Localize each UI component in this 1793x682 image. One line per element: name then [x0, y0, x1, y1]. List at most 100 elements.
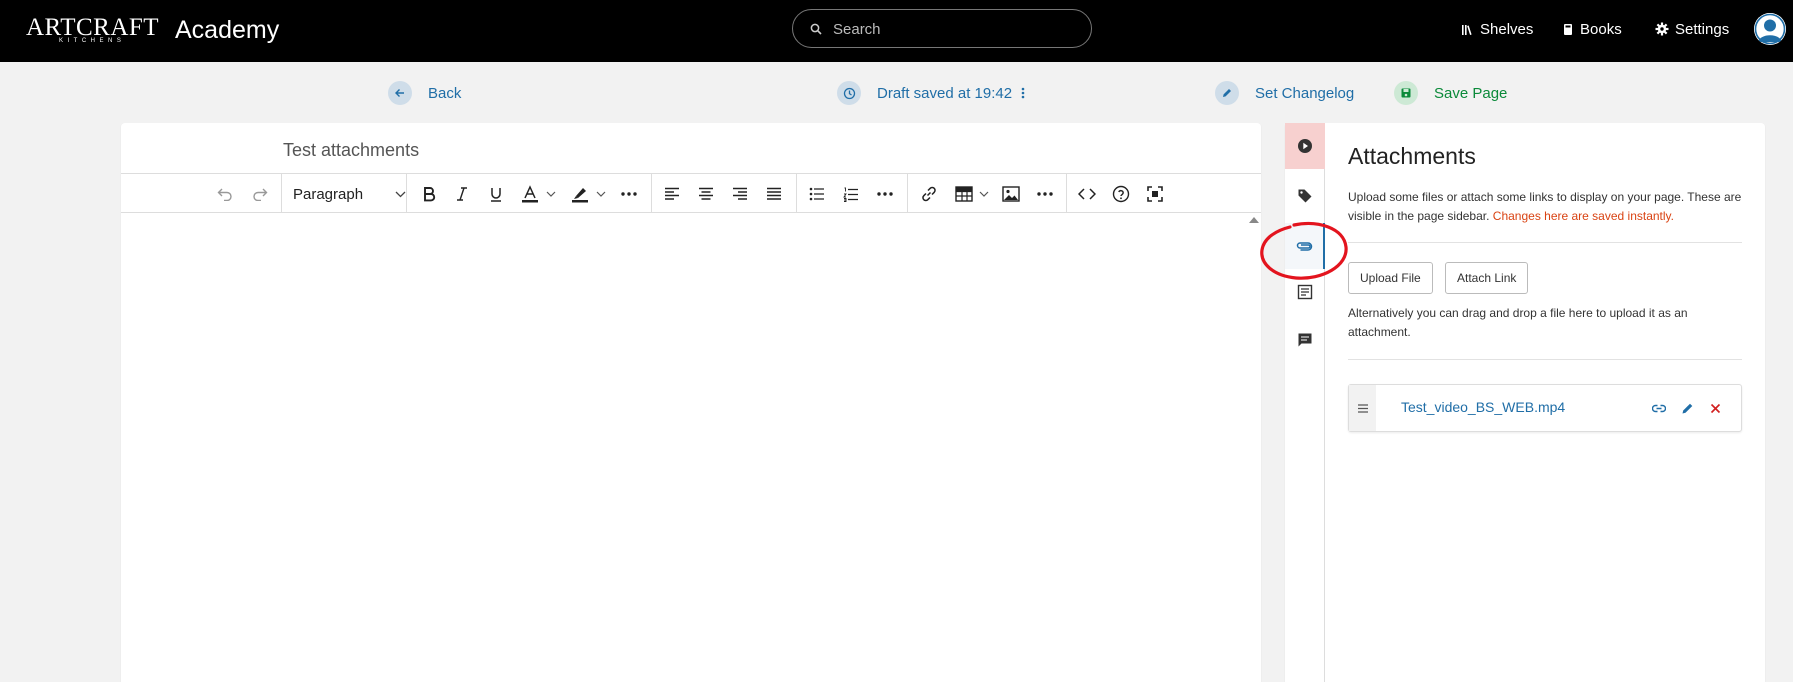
- highlight-color-dropdown[interactable]: [595, 174, 607, 214]
- italic-button[interactable]: [449, 174, 475, 214]
- table-icon: [955, 186, 973, 202]
- undo-icon: [217, 188, 232, 201]
- sidebar-tab-comments[interactable]: [1285, 317, 1325, 363]
- help-button[interactable]: [1108, 174, 1134, 214]
- search-input[interactable]: [833, 18, 1073, 40]
- sidebar-tab-templates[interactable]: [1285, 269, 1325, 315]
- sidebar-tab-tags[interactable]: [1285, 173, 1325, 219]
- align-right-button[interactable]: [727, 174, 753, 214]
- attachment-link-button[interactable]: [1651, 400, 1667, 416]
- chevron-down-icon: [596, 191, 606, 197]
- more-vertical-icon[interactable]: [1021, 86, 1025, 100]
- draft-status-label: Draft saved at 19:42: [877, 84, 1013, 102]
- upload-file-button[interactable]: Upload File: [1348, 262, 1433, 294]
- pencil-icon: [1215, 81, 1239, 105]
- insert-image-button[interactable]: [998, 174, 1024, 214]
- logo-subtext: KITCHENS: [59, 38, 126, 44]
- attachment-name[interactable]: Test_video_BS_WEB.mp4: [1401, 399, 1565, 415]
- tag-icon: [1298, 189, 1312, 203]
- save-page-button[interactable]: Save Page: [1394, 81, 1507, 105]
- align-justify-button[interactable]: [761, 174, 787, 214]
- drag-handle[interactable]: [1349, 385, 1376, 431]
- highlighter-icon: [572, 188, 588, 203]
- align-left-button[interactable]: [659, 174, 685, 214]
- editor-panel: Test attachments Paragraph: [121, 123, 1261, 682]
- more-horizontal-icon: [621, 192, 637, 196]
- nav-shelves-label: Shelves: [1480, 20, 1534, 38]
- more-lists-button[interactable]: [872, 174, 898, 214]
- insert-link-button[interactable]: [916, 174, 942, 214]
- shelves-icon: [1462, 24, 1472, 35]
- search-box[interactable]: [792, 9, 1092, 48]
- set-changelog-label: Set Changelog: [1255, 84, 1355, 102]
- arrow-left-icon: [388, 81, 412, 105]
- sidebar-tab-play[interactable]: [1285, 123, 1325, 169]
- italic-icon: [457, 187, 467, 201]
- bold-button[interactable]: [415, 174, 443, 214]
- help-icon: [1112, 185, 1130, 203]
- scroll-up-arrow[interactable]: [1249, 217, 1259, 223]
- sidebar-tab-attachments[interactable]: [1285, 223, 1325, 269]
- editor-toolbar: Paragraph: [121, 173, 1261, 213]
- redo-button[interactable]: [247, 174, 273, 214]
- paperclip-icon: [1296, 242, 1313, 251]
- nav-shelves[interactable]: Shelves: [1461, 19, 1533, 39]
- fullscreen-icon: [1147, 186, 1163, 202]
- save-page-label: Save Page: [1434, 84, 1508, 102]
- gear-icon: [1655, 22, 1669, 36]
- bold-icon: [424, 187, 436, 202]
- attachment-item[interactable]: Test_video_BS_WEB.mp4: [1348, 384, 1742, 432]
- numbered-list-button[interactable]: [838, 174, 864, 214]
- nav-books[interactable]: Books: [1562, 19, 1622, 39]
- insert-table-dropdown[interactable]: [978, 174, 990, 214]
- highlight-color-button[interactable]: [566, 174, 594, 214]
- app-name[interactable]: Academy: [175, 14, 279, 46]
- sidebar-tabs: [1285, 123, 1325, 682]
- drag-handle-icon: [1357, 403, 1368, 413]
- saved-instantly-note: Changes here are saved instantly.: [1492, 209, 1674, 223]
- block-format-select[interactable]: Paragraph: [293, 174, 406, 214]
- back-button[interactable]: Back: [388, 81, 461, 105]
- nav-settings[interactable]: Settings: [1655, 19, 1729, 39]
- underline-button[interactable]: [483, 174, 509, 214]
- attachments-description: Upload some files or attach some links t…: [1348, 188, 1742, 226]
- more-horizontal-icon: [877, 192, 893, 196]
- user-icon: [1754, 13, 1786, 45]
- editor-sidebar: Attachments Upload some files or attach …: [1285, 123, 1765, 682]
- redo-icon: [253, 188, 268, 201]
- align-center-button[interactable]: [693, 174, 719, 214]
- attachments-title: Attachments: [1348, 143, 1476, 169]
- bullet-list-button[interactable]: [804, 174, 830, 214]
- attachment-edit-button[interactable]: [1679, 400, 1695, 416]
- text-color-dropdown[interactable]: [545, 174, 557, 214]
- chevron-down-icon: [546, 191, 556, 197]
- avatar[interactable]: [1754, 13, 1786, 45]
- more-insert-button[interactable]: [1032, 174, 1058, 214]
- draft-status[interactable]: Draft saved at 19:42: [837, 81, 1025, 105]
- drag-drop-note: Alternatively you can drag and drop a fi…: [1348, 306, 1688, 339]
- insert-table-button[interactable]: [951, 174, 977, 214]
- align-center-icon: [699, 187, 713, 200]
- set-changelog-button[interactable]: Set Changelog: [1215, 81, 1354, 105]
- nav-books-label: Books: [1580, 20, 1622, 38]
- code-icon: [1078, 188, 1096, 200]
- link-icon: [922, 186, 936, 202]
- chevron-down-icon: [979, 191, 989, 197]
- attachment-delete-button[interactable]: [1707, 400, 1723, 416]
- comment-icon: [1298, 333, 1312, 347]
- books-icon: [1564, 23, 1572, 35]
- more-formatting-button[interactable]: [616, 174, 642, 214]
- search-icon: [810, 23, 822, 35]
- undo-button[interactable]: [212, 174, 238, 214]
- bullet-list-icon: [809, 187, 824, 201]
- underline-icon: [491, 188, 501, 202]
- text-color-button[interactable]: [516, 174, 544, 214]
- page-title-input[interactable]: Test attachments: [283, 140, 419, 161]
- attach-link-button[interactable]: Attach Link: [1445, 262, 1529, 294]
- fullscreen-button[interactable]: [1142, 174, 1168, 214]
- template-icon: [1297, 284, 1313, 300]
- source-code-button[interactable]: [1074, 174, 1100, 214]
- pencil-icon: [1682, 403, 1692, 413]
- more-horizontal-icon: [1037, 192, 1053, 196]
- logo[interactable]: ARTCRAFT KITCHENS: [26, 14, 159, 44]
